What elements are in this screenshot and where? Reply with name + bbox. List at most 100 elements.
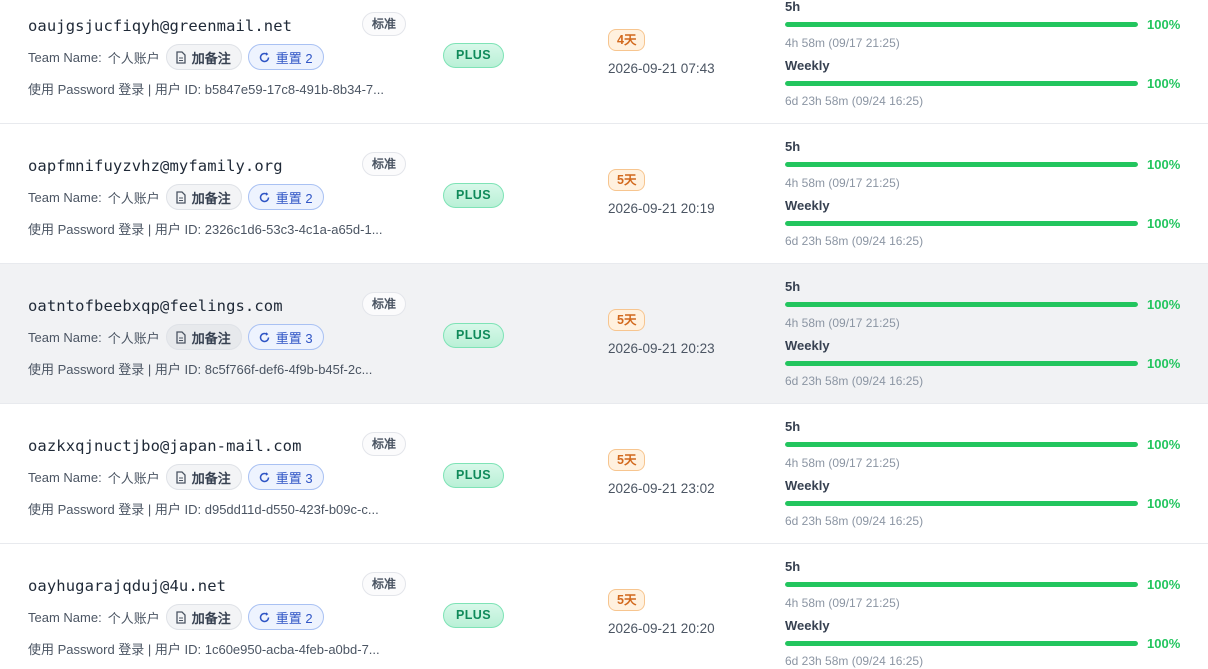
quota-5h-reset: 4h 58m (09/17 21:25) xyxy=(785,596,900,610)
team-name-label: Team Name: xyxy=(28,49,102,65)
quota-weekly-bar-fill xyxy=(785,641,1138,646)
plan-badge: PLUS xyxy=(443,463,504,488)
login-info: 使用 Password 登录 | 用户 ID: 2326c1d6-53c3-4c… xyxy=(28,222,383,237)
account-email: oapfmnifuyzvhz@myfamily.org xyxy=(28,157,283,175)
team-name-value: 个人账户 xyxy=(107,610,160,626)
login-info: 使用 Password 登录 | 用户 ID: 1c60e950-acba-4f… xyxy=(28,642,380,657)
refresh-icon xyxy=(259,471,269,482)
expire-time: 2026-09-21 20:23 xyxy=(608,341,715,356)
expire-time: 2026-09-21 07:43 xyxy=(608,61,715,76)
tier-badge: 标准 xyxy=(362,572,407,596)
account-row[interactable]: oazkxqjnuctjbo@japan-mail.com 标准 Team Na… xyxy=(0,404,1208,544)
quota-5h-title: 5h xyxy=(785,559,801,574)
account-row[interactable]: oayhugarajqduj@4u.net 标准 Team Name: 个人账户… xyxy=(0,544,1208,669)
reset-button[interactable]: 重置 2 xyxy=(247,604,324,630)
add-note-button[interactable]: 加备注 xyxy=(165,184,242,210)
plan-badge: PLUS xyxy=(443,43,504,68)
quota-weekly-title: Weekly xyxy=(785,198,830,213)
quota-weekly-percent: 100% xyxy=(1147,356,1181,371)
quota-weekly-bar-fill xyxy=(785,501,1138,506)
reset-label: 重置 2 xyxy=(275,190,313,206)
quota-5h-title: 5h xyxy=(785,279,801,294)
quota-weekly-percent: 100% xyxy=(1147,496,1181,511)
add-note-button[interactable]: 加备注 xyxy=(165,604,242,630)
reset-button[interactable]: 重置 3 xyxy=(247,324,324,350)
add-note-label: 加备注 xyxy=(191,190,231,206)
quota-5h-reset: 4h 58m (09/17 21:25) xyxy=(785,36,900,50)
quota-5h-percent: 100% xyxy=(1147,157,1181,172)
add-note-button[interactable]: 加备注 xyxy=(165,464,242,490)
plan-badge: PLUS xyxy=(443,183,504,208)
quota-weekly-reset: 6d 23h 58m (09/24 16:25) xyxy=(785,514,924,528)
quota-5h-bar-fill xyxy=(785,442,1138,447)
tier-badge: 标准 xyxy=(362,152,407,176)
expire-time: 2026-09-21 20:20 xyxy=(608,621,715,636)
quota-5h-title: 5h xyxy=(785,0,801,14)
add-note-label: 加备注 xyxy=(191,50,231,66)
reset-button[interactable]: 重置 2 xyxy=(247,184,324,210)
document-icon xyxy=(176,190,186,204)
add-note-label: 加备注 xyxy=(191,330,231,346)
reset-button[interactable]: 重置 2 xyxy=(247,44,324,70)
team-name-value: 个人账户 xyxy=(107,470,160,486)
add-note-button[interactable]: 加备注 xyxy=(165,44,242,70)
quota-weekly-bar xyxy=(785,221,1138,226)
refresh-icon xyxy=(259,331,269,342)
quota-5h-percent: 100% xyxy=(1147,437,1181,452)
login-info: 使用 Password 登录 | 用户 ID: b5847e59-17c8-49… xyxy=(28,82,384,97)
quota-weekly-title: Weekly xyxy=(785,618,830,633)
refresh-icon xyxy=(259,191,269,202)
team-name-value: 个人账户 xyxy=(107,190,160,206)
plan-badge: PLUS xyxy=(443,603,504,628)
document-icon xyxy=(176,50,186,64)
quota-5h-reset: 4h 58m (09/17 21:25) xyxy=(785,456,900,470)
reset-button[interactable]: 重置 3 xyxy=(247,464,324,490)
account-email: oaujgsjucfiqyh@greenmail.net xyxy=(28,17,293,35)
quota-5h-bar xyxy=(785,302,1138,307)
days-remaining-badge: 5天 xyxy=(608,169,646,191)
login-info: 使用 Password 登录 | 用户 ID: 8c5f766f-def6-4f… xyxy=(28,362,373,377)
quota-5h-bar-fill xyxy=(785,302,1138,307)
quota-5h-reset: 4h 58m (09/17 21:25) xyxy=(785,176,900,190)
reset-label: 重置 2 xyxy=(275,610,313,626)
login-info: 使用 Password 登录 | 用户 ID: d95dd11d-d550-42… xyxy=(28,502,379,517)
add-note-button[interactable]: 加备注 xyxy=(165,324,242,350)
quota-5h-title: 5h xyxy=(785,139,801,154)
team-name-label: Team Name: xyxy=(28,469,102,485)
quota-weekly-bar xyxy=(785,641,1138,646)
quota-5h-percent: 100% xyxy=(1147,577,1181,592)
account-row[interactable]: oatntofbeebxqp@feelings.com 标准 Team Name… xyxy=(0,264,1208,404)
quota-5h-bar xyxy=(785,582,1138,587)
days-remaining-badge: 5天 xyxy=(608,309,646,331)
document-icon xyxy=(176,330,186,344)
quota-5h-reset: 4h 58m (09/17 21:25) xyxy=(785,316,900,330)
account-row[interactable]: oapfmnifuyzvhz@myfamily.org 标准 Team Name… xyxy=(0,124,1208,264)
team-info: Team Name: 个人账户 加备注 重置 2 xyxy=(28,184,324,210)
quota-5h-bar xyxy=(785,442,1138,447)
quota-weekly-bar-fill xyxy=(785,221,1138,226)
days-remaining-badge: 4天 xyxy=(608,29,646,51)
refresh-icon xyxy=(259,611,269,622)
team-name-value: 个人账户 xyxy=(107,330,160,346)
quota-5h-percent: 100% xyxy=(1147,17,1181,32)
quota-weekly-reset: 6d 23h 58m (09/24 16:25) xyxy=(785,374,924,388)
quota-5h-title: 5h xyxy=(785,419,801,434)
quota-weekly-bar-fill xyxy=(785,81,1138,86)
team-name-label: Team Name: xyxy=(28,609,102,625)
account-row[interactable]: oaujgsjucfiqyh@greenmail.net 标准 Team Nam… xyxy=(0,0,1208,124)
reset-label: 重置 2 xyxy=(275,50,313,66)
account-email: oazkxqjnuctjbo@japan-mail.com xyxy=(28,437,302,455)
quota-5h-bar-fill xyxy=(785,582,1138,587)
team-info: Team Name: 个人账户 加备注 重置 3 xyxy=(28,464,324,490)
quota-weekly-title: Weekly xyxy=(785,338,830,353)
quota-5h-bar-fill xyxy=(785,162,1138,167)
quota-5h-percent: 100% xyxy=(1147,297,1181,312)
quota-weekly-reset: 6d 23h 58m (09/24 16:25) xyxy=(785,654,924,668)
quota-5h-bar-fill xyxy=(785,22,1138,27)
quota-weekly-reset: 6d 23h 58m (09/24 16:25) xyxy=(785,234,924,248)
tier-badge: 标准 xyxy=(362,292,407,316)
tier-badge: 标准 xyxy=(362,432,407,456)
account-email: oayhugarajqduj@4u.net xyxy=(28,577,227,595)
team-info: Team Name: 个人账户 加备注 重置 2 xyxy=(28,44,324,70)
quota-5h-bar xyxy=(785,22,1138,27)
